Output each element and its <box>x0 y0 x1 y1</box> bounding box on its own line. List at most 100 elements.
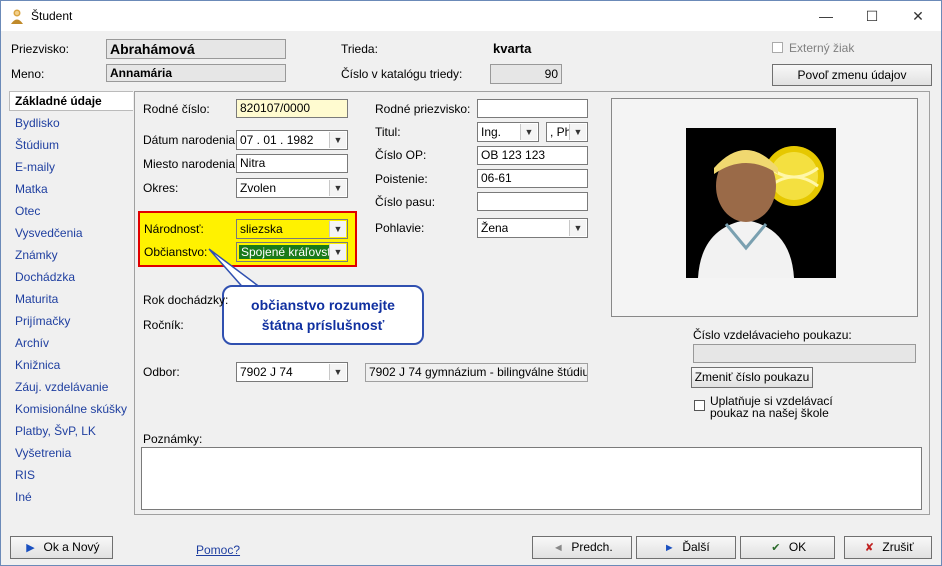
sidebar-item-matka[interactable]: Matka <box>15 182 48 196</box>
rodne-cislo-label: Rodné číslo: <box>143 102 210 116</box>
cislo-pasu-field[interactable] <box>477 192 588 211</box>
sidebar-item-ris[interactable]: RIS <box>15 468 35 482</box>
pohlavie-value: Žena <box>481 221 509 235</box>
poukaz-label: Číslo vzdelávacieho poukazu: <box>693 328 852 342</box>
poznamky-textarea[interactable] <box>141 447 922 510</box>
okres-label: Okres: <box>143 181 179 195</box>
meno-field[interactable]: Annamária <box>106 64 286 82</box>
checkmark-icon: ✔ <box>771 542 781 554</box>
okres-value: Zvolen <box>240 181 277 195</box>
ok-label: OK <box>788 540 807 554</box>
titul-label: Titul: <box>375 125 401 139</box>
miesto-narodenia-label: Miesto narodenia: <box>143 157 239 171</box>
minimize-icon: — <box>819 8 833 24</box>
poznamky-label: Poznámky: <box>143 432 203 446</box>
narodnost-value: sliezska <box>240 222 283 236</box>
student-app-icon <box>11 9 23 24</box>
callout-line-2: štátna príslušnosť <box>261 317 385 333</box>
sidebar: Základné údaje Bydlisko Štúdium E-maily … <box>9 91 135 515</box>
miesto-narodenia-field[interactable]: Nitra <box>236 154 348 173</box>
predch-button[interactable]: ◄ Predch. <box>532 536 632 559</box>
callout-line-1: občianstvo rozumejte <box>251 297 395 313</box>
sidebar-item-komisionalne-skusky[interactable]: Komisionálne skúšky <box>15 402 127 416</box>
pomoc-link[interactable]: Pomoc? <box>196 543 240 557</box>
chevron-down-icon[interactable]: ▼ <box>329 364 346 380</box>
chevron-down-icon[interactable]: ▼ <box>520 124 537 140</box>
maximize-button[interactable]: ☐ <box>849 1 895 31</box>
odbor-value: 7902 J 74 <box>240 365 293 379</box>
maximize-icon: ☐ <box>865 8 879 24</box>
sidebar-item-archiv[interactable]: Archív <box>15 336 49 350</box>
priezvisko-field[interactable]: Abrahámová <box>106 39 286 59</box>
sidebar-item-studium[interactable]: Štúdium <box>15 138 59 152</box>
cislo-katalog-label: Číslo v katalógu triedy: <box>341 67 463 81</box>
arrow-left-icon: ◄ <box>552 542 564 554</box>
student-window: Študent — ☐ ✕ Priezvisko: Abrahámová Men… <box>0 0 942 566</box>
sidebar-item-vysvedcenia[interactable]: Vysvedčenia <box>15 226 83 240</box>
sidebar-item-maturita[interactable]: Maturita <box>15 292 58 306</box>
predch-label: Predch. <box>571 540 613 554</box>
externy-checkbox[interactable] <box>772 42 783 53</box>
sidebar-item-zauj-vzdelavanie[interactable]: Záuj. vzdelávanie <box>15 380 108 394</box>
sidebar-item-emaily[interactable]: E-maily <box>15 160 55 174</box>
okres-select[interactable]: Zvolen ▼ <box>236 178 348 198</box>
uplatnuje-checkbox[interactable] <box>694 400 705 411</box>
odbor-select[interactable]: 7902 J 74 ▼ <box>236 362 348 382</box>
sidebar-item-dochadzka[interactable]: Dochádzka <box>15 270 75 284</box>
titul-select[interactable]: Ing. ▼ <box>477 122 539 142</box>
minimize-button[interactable]: — <box>803 1 849 31</box>
pohlavie-select[interactable]: Žena ▼ <box>477 218 588 238</box>
chevron-down-icon[interactable]: ▼ <box>569 220 586 236</box>
titul-value: Ing. <box>481 125 502 139</box>
cislo-op-field[interactable]: OB 123 123 <box>477 146 588 165</box>
odbor-description: 7902 J 74 gymnázium - bilingválne štúdiu… <box>365 363 588 382</box>
ok-button[interactable]: ✔ OK <box>740 536 835 559</box>
narodnost-select[interactable]: sliezska ▼ <box>236 219 348 239</box>
add-icon: ▶ <box>26 542 35 554</box>
narodnost-label: Národnosť: <box>144 222 204 236</box>
sidebar-item-kniznica[interactable]: Knižnica <box>15 358 60 372</box>
sidebar-item-platby[interactable]: Platby, ŠvP, LK <box>15 424 96 438</box>
poistenie-field[interactable]: 06-61 <box>477 169 588 188</box>
sidebar-item-prijimacky[interactable]: Prijímačky <box>15 314 70 328</box>
dalsi-button[interactable]: ► Ďalší <box>636 536 736 559</box>
trieda-label: Trieda: <box>341 42 378 56</box>
window-title: Študent <box>31 9 73 23</box>
sidebar-item-znamky[interactable]: Známky <box>15 248 58 262</box>
sidebar-item-zakladne-udaje[interactable]: Základné údaje <box>9 91 133 111</box>
meno-label: Meno: <box>11 67 45 81</box>
ok-a-novy-label: Ok a Nový <box>43 540 100 554</box>
poukaz-field[interactable] <box>693 344 916 363</box>
sidebar-item-otec[interactable]: Otec <box>15 204 40 218</box>
zrusit-label: Zrušiť <box>882 540 914 554</box>
uplatnuje-label-line2: poukaz na našej škole <box>710 406 829 420</box>
chevron-down-icon[interactable]: ▼ <box>569 124 586 140</box>
chevron-down-icon[interactable]: ▼ <box>329 180 346 196</box>
povol-zmenu-button[interactable]: Povoľ zmenu údajov <box>772 64 932 86</box>
sidebar-item-ine[interactable]: Iné <box>15 490 32 504</box>
ok-a-novy-button[interactable]: ▶ Ok a Nový <box>10 536 113 559</box>
pohlavie-label: Pohlavie: <box>375 221 425 235</box>
odbor-label: Odbor: <box>143 365 180 379</box>
close-button[interactable]: ✕ <box>895 1 941 31</box>
rok-dochadzky-label: Rok dochádzky: <box>143 293 229 307</box>
sidebar-item-vysetrenia[interactable]: Vyšetrenia <box>15 446 71 460</box>
zrusit-button[interactable]: ✘ Zrušiť <box>844 536 932 559</box>
arrow-right-icon: ► <box>663 542 675 554</box>
externy-label: Externý žiak <box>789 41 855 55</box>
titul-za-select[interactable]: , Ph ▼ <box>546 122 588 142</box>
datum-narodenia-picker[interactable]: 07 . 01 . 1982 ▼ <box>236 130 348 150</box>
datum-narodenia-label: Dátum narodenia: <box>143 133 239 147</box>
sidebar-item-bydlisko[interactable]: Bydlisko <box>15 116 60 130</box>
cislo-pasu-label: Číslo pasu: <box>375 195 436 209</box>
zmenit-poukaz-button[interactable]: Zmeniť číslo poukazu <box>691 367 813 388</box>
rocnik-label: Ročník: <box>143 318 184 332</box>
chevron-down-icon[interactable]: ▼ <box>329 244 346 260</box>
priezvisko-label: Priezvisko: <box>11 42 70 56</box>
chevron-down-icon[interactable]: ▼ <box>329 132 346 148</box>
cislo-katalog-field[interactable]: 90 <box>490 64 562 84</box>
chevron-down-icon[interactable]: ▼ <box>329 221 346 237</box>
rodne-priezvisko-field[interactable] <box>477 99 588 118</box>
rodne-cislo-field[interactable]: 820107/0000 <box>236 99 348 118</box>
annotation-callout: občianstvo rozumejte štátna príslušnosť <box>222 285 424 345</box>
